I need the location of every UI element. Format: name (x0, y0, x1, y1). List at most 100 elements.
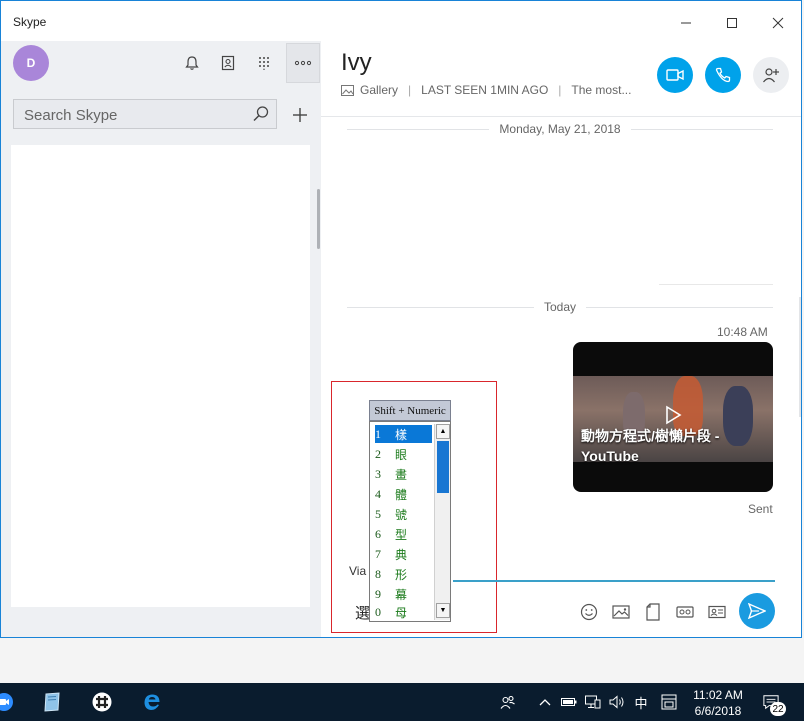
conversation-list (11, 145, 310, 607)
separator: | (408, 83, 412, 97)
people-icon[interactable] (500, 694, 516, 710)
video-message-card[interactable]: 動物方程式/樹懶片段 - YouTube (573, 342, 773, 492)
video-call-button[interactable] (657, 57, 693, 93)
image-icon (612, 605, 630, 619)
input-language-indicator[interactable]: 中 (633, 694, 649, 711)
ime-candidate[interactable]: 1樣 (375, 425, 432, 443)
search-box[interactable] (13, 99, 277, 129)
ime-candidate[interactable]: 8形 (375, 565, 432, 583)
zoom-app-icon[interactable] (0, 690, 16, 714)
ime-candidate[interactable]: 5號 (375, 505, 432, 523)
ime-candidate[interactable]: 3畫 (375, 465, 432, 483)
left-pane: D (1, 41, 321, 637)
contacts-icon (221, 55, 235, 71)
play-icon (666, 405, 682, 425)
audio-call-button[interactable] (705, 57, 741, 93)
more-options-button[interactable] (286, 43, 320, 83)
close-icon (772, 17, 784, 29)
contact-card-icon (708, 605, 726, 619)
clock-date: 6/6/2018 (694, 704, 742, 718)
contact-subline: Gallery | LAST SEEN 1MIN AGO | The most.… (341, 83, 631, 97)
emoji-button[interactable] (578, 601, 600, 623)
edge-browser-icon[interactable] (140, 690, 164, 714)
notifications-button[interactable] (180, 51, 204, 75)
ime-scrollbar[interactable]: ▲ ▼ (434, 424, 450, 620)
minimize-button[interactable] (663, 9, 709, 37)
more-icon (294, 60, 312, 66)
battery-icon[interactable] (561, 694, 577, 710)
ime-candidate[interactable]: 2眼 (375, 445, 432, 463)
date-label: Today (543, 300, 577, 314)
video-message-icon (676, 606, 694, 618)
ime-candidate[interactable]: 4體 (375, 485, 432, 503)
contact-name[interactable]: Ivy (341, 49, 372, 77)
taskbar: 中 11:02 AM 6/6/2018 22 (0, 683, 804, 721)
ime-candidate[interactable]: 9幕 (375, 585, 432, 603)
compose-underline (453, 580, 775, 582)
window-title: Skype (13, 15, 47, 29)
ime-candidate[interactable]: 7典 (375, 545, 432, 563)
dialpad-icon (259, 57, 269, 70)
send-button[interactable] (739, 593, 775, 629)
scroll-up-arrow-icon[interactable]: ▲ (436, 424, 450, 439)
send-icon (748, 603, 766, 619)
ime-candidate-window: Shift + Numeric 1樣 2眼 3畫 4體 5號 6型 7典 8形 … (369, 400, 451, 622)
mood-message[interactable]: The most... (571, 83, 631, 97)
phone-icon (715, 67, 731, 83)
compose-input[interactable]: 選 (355, 602, 370, 623)
search-icon[interactable] (252, 105, 270, 126)
plus-icon (293, 108, 307, 122)
header-divider (321, 116, 801, 117)
clock-time: 11:02 AM (693, 688, 743, 702)
send-image-button[interactable] (610, 601, 632, 623)
scroll-down-arrow-icon[interactable]: ▼ (436, 603, 450, 618)
dialpad-button[interactable] (252, 51, 276, 75)
gallery-icon (341, 84, 354, 96)
search-input[interactable] (24, 105, 244, 125)
add-participant-button[interactable] (753, 57, 789, 93)
input-language-label: 中 (634, 695, 648, 711)
maximize-button[interactable] (709, 9, 755, 37)
minimize-icon (681, 22, 691, 24)
bell-icon (185, 56, 199, 70)
profile-avatar[interactable]: D (13, 45, 49, 81)
gallery-link[interactable]: Gallery (360, 83, 398, 97)
ime-candidate-list: 1樣 2眼 3畫 4體 5號 6型 7典 8形 9幕 0母 ▲ ▼ (369, 421, 451, 622)
date-separator: Monday, May 21, 2018 (347, 122, 773, 136)
message-divider (659, 284, 773, 285)
maximize-icon (727, 18, 737, 28)
date-separator-today: Today (347, 300, 773, 314)
slack-app-icon[interactable] (90, 690, 114, 714)
send-file-button[interactable] (642, 601, 664, 623)
add-person-icon (763, 68, 779, 83)
video-title: 動物方程式/樹懶片段 - YouTube (581, 428, 720, 464)
desktop: Skype D Search Skype Ivy Gallery | LAST … (0, 0, 804, 721)
ime-candidate[interactable]: 0母 (375, 603, 432, 621)
notebook-app-icon[interactable] (40, 690, 64, 714)
contact-card-button[interactable] (706, 601, 728, 623)
close-button[interactable] (755, 9, 801, 37)
taskbar-clock[interactable]: 11:02 AM 6/6/2018 (690, 687, 746, 719)
title-bar: Skype (1, 1, 801, 41)
left-scrollbar[interactable] (317, 189, 320, 249)
ime-scroll-thumb[interactable] (437, 441, 449, 493)
contacts-button[interactable] (216, 51, 240, 75)
last-seen: LAST SEEN 1MIN AGO (421, 83, 549, 97)
volume-icon[interactable] (609, 694, 625, 710)
separator: | (558, 83, 562, 97)
network-icon[interactable] (585, 694, 601, 710)
show-hidden-icons-chevron-up-icon[interactable] (537, 694, 553, 710)
file-icon (646, 603, 660, 621)
date-label: Monday, May 21, 2018 (499, 122, 621, 136)
ime-header: Shift + Numeric (369, 400, 451, 421)
video-message-button[interactable] (674, 601, 696, 623)
via-label: Via (349, 564, 367, 578)
notification-count-badge: 22 (770, 702, 786, 716)
video-camera-icon (666, 69, 684, 81)
ime-mode-icon[interactable] (661, 694, 677, 710)
avatar-initial: D (26, 56, 36, 70)
message-scrollbar[interactable] (799, 297, 801, 417)
message-status: Sent (748, 502, 773, 516)
new-chat-button[interactable] (290, 105, 310, 125)
ime-candidate[interactable]: 6型 (375, 525, 432, 543)
